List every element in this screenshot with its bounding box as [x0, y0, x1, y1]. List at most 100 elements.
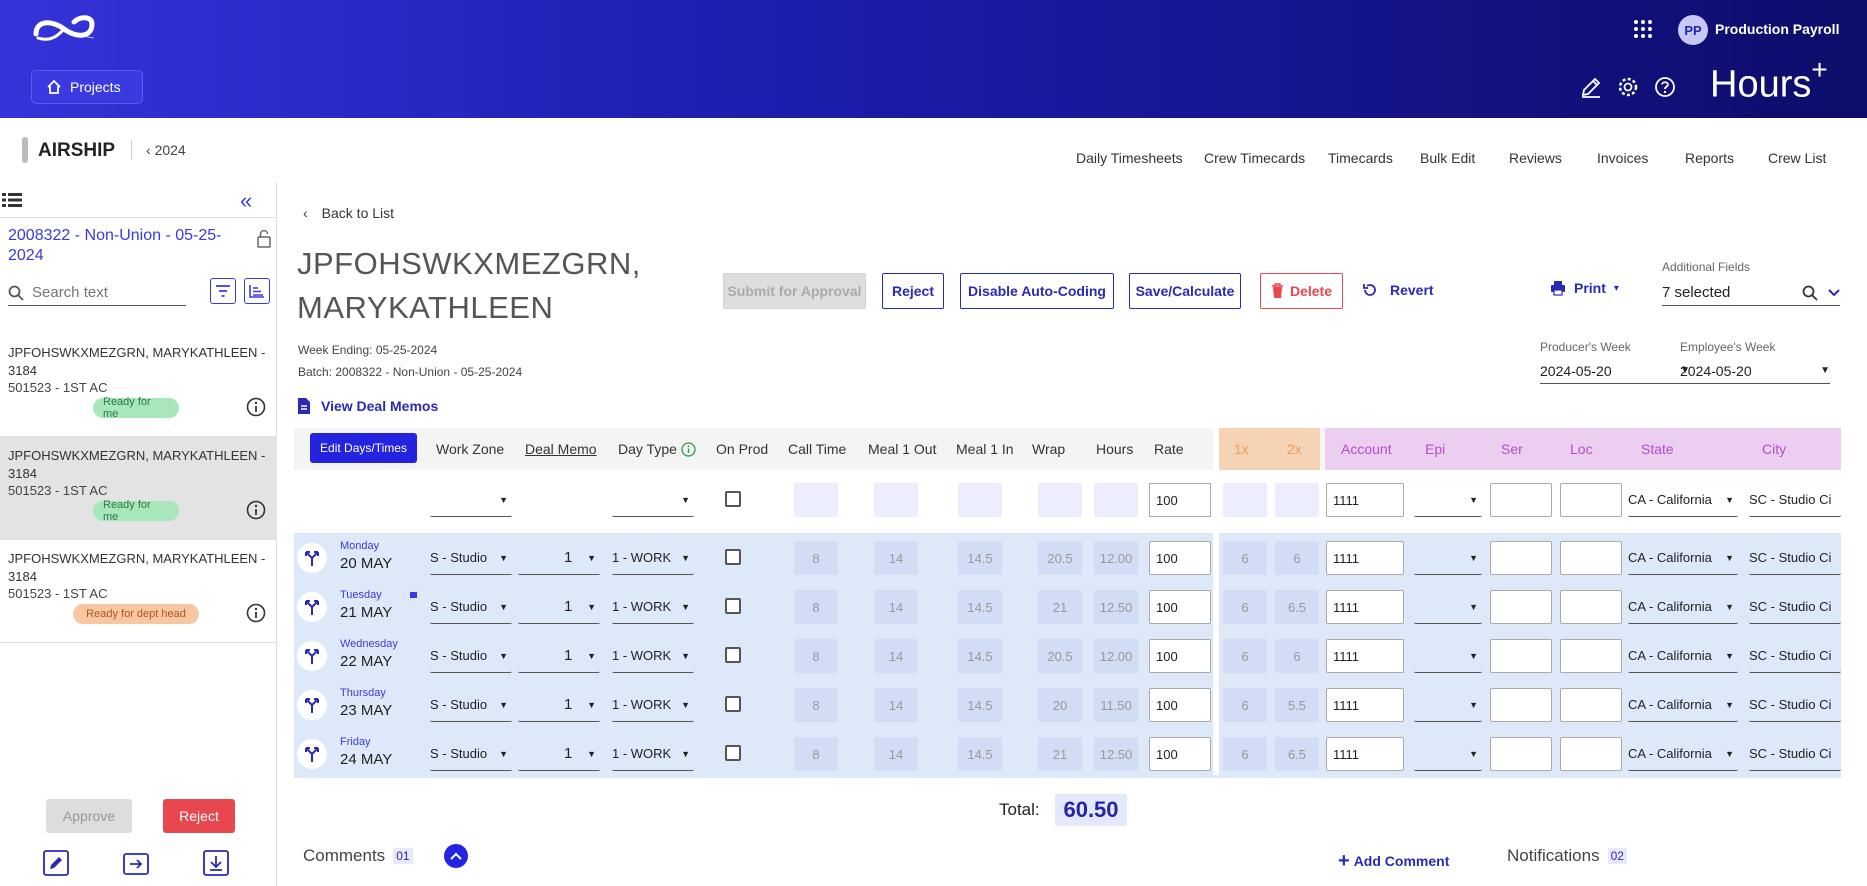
account-input[interactable]: 1111	[1326, 688, 1404, 722]
wrap-cell[interactable]	[1038, 483, 1082, 517]
reject-button[interactable]: Reject	[163, 799, 235, 833]
split-day-icon[interactable]	[297, 641, 327, 671]
deal-memo-select[interactable]: 1 ▼	[518, 639, 600, 673]
work-zone-select[interactable]: S - Studio ▼	[430, 590, 512, 624]
day-type-select[interactable]: 1 - WORK ▼	[612, 639, 694, 673]
work-zone-select[interactable]: S - Studio ▼	[430, 737, 512, 771]
list-icon[interactable]	[2, 192, 22, 208]
col-epi[interactable]: Epi	[1425, 428, 1445, 470]
epi-select[interactable]: ▼	[1414, 737, 1482, 771]
col-work-zone[interactable]: Work Zone	[436, 428, 504, 470]
view-deal-memos-link[interactable]: View Deal Memos	[297, 397, 438, 415]
additional-fields-select[interactable]: 7 selected	[1662, 280, 1840, 306]
split-day-icon[interactable]	[297, 543, 327, 573]
project-year-selector[interactable]: ‹ 2024	[146, 142, 186, 158]
col-call-time[interactable]: Call Time	[788, 428, 846, 470]
day-type-select[interactable]: ▼	[612, 483, 694, 517]
download-icon[interactable]	[203, 850, 229, 876]
on-prod-checkbox[interactable]	[725, 696, 741, 712]
apps-grid-icon[interactable]	[1633, 19, 1653, 39]
city-select[interactable]: SC - Studio Ci	[1749, 541, 1841, 575]
state-select[interactable]: CA - California ▼	[1628, 639, 1738, 673]
city-select[interactable]: SC - Studio Ci	[1749, 483, 1841, 517]
ser-input[interactable]	[1490, 639, 1552, 673]
call-time-cell[interactable]: 8	[794, 639, 838, 673]
rate-input[interactable]: 100	[1149, 639, 1211, 673]
meal-in-cell[interactable]: 14.5	[958, 541, 1002, 575]
call-time-cell[interactable]: 8	[794, 737, 838, 771]
loc-input[interactable]	[1560, 590, 1622, 624]
col-rate[interactable]: Rate	[1154, 428, 1184, 470]
wrap-cell[interactable]: 20.5	[1038, 541, 1082, 575]
gear-icon[interactable]	[1617, 76, 1639, 98]
meal-in-cell[interactable]: 14.5	[958, 688, 1002, 722]
submit-for-approval-button[interactable]: Submit for Approval	[723, 273, 866, 309]
ser-input[interactable]	[1490, 483, 1552, 517]
loc-input[interactable]	[1560, 483, 1622, 517]
back-to-list-link[interactable]: ‹ Back to List	[303, 205, 394, 221]
reject-timecard-button[interactable]: Reject	[882, 273, 944, 309]
city-select[interactable]: SC - Studio Ci	[1749, 639, 1841, 673]
nav-invoices[interactable]: Invoices	[1597, 150, 1648, 166]
lock-icon[interactable]	[256, 228, 272, 248]
city-select[interactable]: SC - Studio Ci	[1749, 688, 1841, 722]
meal-in-cell[interactable]: 14.5	[958, 737, 1002, 771]
nav-crew-timecards[interactable]: Crew Timecards	[1204, 150, 1305, 166]
disable-auto-coding-button[interactable]: Disable Auto-Coding	[960, 273, 1114, 309]
meal-in-cell[interactable]: 14.5	[958, 639, 1002, 673]
nav-bulk-edit[interactable]: Bulk Edit	[1420, 150, 1475, 166]
info-icon[interactable]	[246, 397, 266, 417]
loc-input[interactable]	[1560, 737, 1622, 771]
rate-input[interactable]: 100	[1149, 590, 1211, 624]
deal-memo-select[interactable]: 1 ▼	[518, 590, 600, 624]
epi-select[interactable]: ▼	[1414, 483, 1482, 517]
state-select[interactable]: CA - California ▼	[1628, 737, 1738, 771]
col-account[interactable]: Account	[1341, 428, 1392, 470]
account-input[interactable]: 1111	[1326, 639, 1404, 673]
epi-select[interactable]: ▼	[1414, 541, 1482, 575]
meal-out-cell[interactable]: 14	[874, 639, 918, 673]
deal-memo-select[interactable]: 1 ▼	[518, 688, 600, 722]
deal-memo-select[interactable]: 1 ▼	[518, 737, 600, 771]
work-zone-select[interactable]: S - Studio ▼	[430, 688, 512, 722]
on-prod-checkbox[interactable]	[725, 549, 741, 565]
pencil-icon[interactable]	[1580, 76, 1602, 98]
work-zone-select[interactable]: S - Studio ▼	[430, 639, 512, 673]
col-on-prod[interactable]: On Prod	[716, 428, 768, 470]
col-2x[interactable]: 2x	[1287, 428, 1302, 470]
ser-input[interactable]	[1490, 688, 1552, 722]
rate-input[interactable]: 100	[1149, 483, 1211, 517]
nav-timecards[interactable]: Timecards	[1328, 150, 1393, 166]
split-day-icon[interactable]	[297, 592, 327, 622]
approve-button[interactable]: Approve	[46, 799, 132, 833]
collapse-sidebar-icon[interactable]: «	[240, 188, 252, 214]
wrap-cell[interactable]: 21	[1038, 590, 1082, 624]
producers-week-select[interactable]: 2024-05-20 ▼	[1540, 358, 1690, 384]
wrap-cell[interactable]: 21	[1038, 737, 1082, 771]
comment-flag-icon[interactable]	[410, 592, 417, 598]
col-1x[interactable]: 1x	[1234, 428, 1249, 470]
on-prod-checkbox[interactable]	[725, 745, 741, 761]
delete-button[interactable]: Delete	[1260, 273, 1343, 309]
ser-input[interactable]	[1490, 541, 1552, 575]
employees-week-select[interactable]: 2024-05-20 ▼	[1680, 358, 1830, 384]
add-comment-button[interactable]: + Add Comment	[1338, 851, 1449, 871]
meal-out-cell[interactable]: 14	[874, 737, 918, 771]
loc-input[interactable]	[1560, 541, 1622, 575]
rate-input[interactable]: 100	[1149, 541, 1211, 575]
on-prod-checkbox[interactable]	[725, 598, 741, 614]
work-zone-select[interactable]: S - Studio ▼	[430, 541, 512, 575]
list-item[interactable]: JPFOHSWKXMEZGRN, MARYKATHLEEN - 3184 501…	[0, 334, 277, 437]
state-select[interactable]: CA - California ▼	[1628, 541, 1738, 575]
nav-reports[interactable]: Reports	[1685, 150, 1734, 166]
col-ser[interactable]: Ser	[1501, 428, 1523, 470]
col-day-type[interactable]: Day Type	[618, 428, 696, 470]
col-wrap[interactable]: Wrap	[1032, 428, 1065, 470]
meal-in-cell[interactable]: 14.5	[958, 590, 1002, 624]
ser-input[interactable]	[1490, 590, 1552, 624]
revert-button[interactable]: Revert	[1362, 282, 1434, 298]
day-type-select[interactable]: 1 - WORK ▼	[612, 688, 694, 722]
meal-out-cell[interactable]	[874, 483, 918, 517]
info-icon[interactable]	[681, 441, 696, 457]
state-select[interactable]: CA - California ▼	[1628, 688, 1738, 722]
